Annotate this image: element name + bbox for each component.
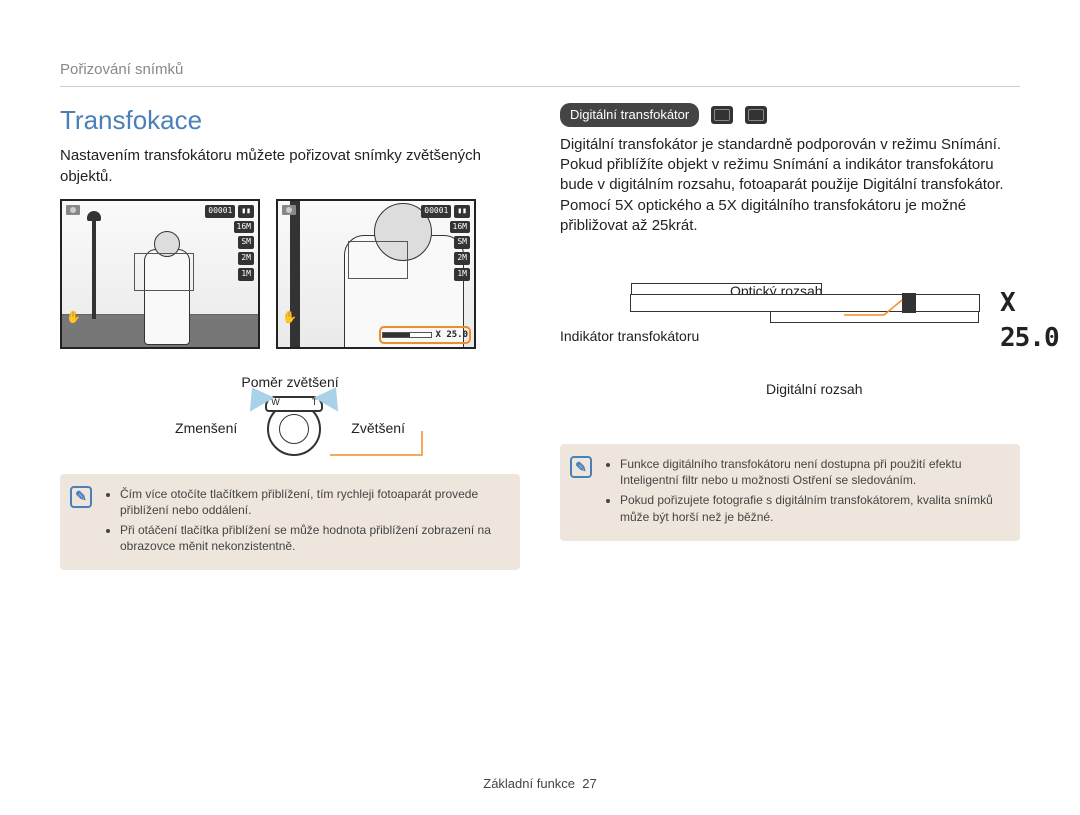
- preview-wide: ✋ 00001▮▮ 16M SM 2M 1M: [60, 199, 260, 349]
- osd-chip-1: SM: [454, 236, 470, 249]
- note-item: Při otáčení tlačítka přiblížení se může …: [120, 522, 506, 554]
- zoom-ratio-label: Poměr zvětšení: [60, 373, 520, 392]
- preview-zoomed: ✋ 00001▮▮ 16M SM 2M 1M X 25.0: [276, 199, 476, 349]
- page-footer: Základní funkce 27: [0, 775, 1080, 793]
- note-item: Čím více otočíte tlačítkem přiblížení, t…: [120, 486, 506, 518]
- zoom-indicator-label: Indikátor transfokátoru: [560, 328, 699, 346]
- note-item: Funkce digitálního transfokátoru není do…: [620, 456, 1006, 488]
- antishake-icon: ✋: [66, 309, 81, 325]
- osd-chip-3: 1M: [238, 268, 254, 281]
- zoom-control-diagram: Zmenšení W T Zvětšení: [60, 402, 520, 456]
- page-number: 27: [582, 776, 596, 791]
- footer-label: Základní funkce: [483, 776, 575, 791]
- zoom-indicator: X 25.0: [382, 329, 468, 341]
- digital-range-label: Digitální rozsah: [766, 380, 863, 399]
- zoom-in-label: Zvětšení: [351, 419, 405, 438]
- note-icon: ✎: [570, 456, 592, 478]
- left-column: Transfokace Nastavením transfokátoru můž…: [60, 103, 520, 570]
- camera-icon: [66, 205, 80, 215]
- digital-zoom-body: Digitální transfokátor je standardně pod…: [560, 135, 1020, 236]
- battery-icon: ▮▮: [238, 205, 254, 218]
- preview-row: ✋ 00001▮▮ 16M SM 2M 1M ✋: [60, 199, 520, 349]
- scn-mode-icon: [745, 106, 767, 124]
- zoom-value: X 25.0: [435, 329, 468, 341]
- frame-counter: 00001: [205, 205, 235, 218]
- note-icon: ✎: [70, 486, 92, 508]
- section-header: Pořizování snímků: [60, 60, 1020, 87]
- osd-chip-3: 1M: [454, 268, 470, 281]
- page-title: Transfokace: [60, 103, 520, 138]
- right-column: Digitální transfokátor Digitální transfo…: [560, 103, 1020, 570]
- zoom-max-value: X 25.0: [1000, 286, 1059, 356]
- note-item: Pokud pořizujete fotografie s digitálním…: [620, 492, 1006, 524]
- subheading-digital-zoom: Digitální transfokátor: [560, 103, 699, 127]
- note-box-left: ✎ Čím více otočíte tlačítkem přiblížení,…: [60, 474, 520, 571]
- osd-chip-2: 2M: [238, 252, 254, 265]
- camera-icon: [282, 205, 296, 215]
- frame-counter: 00001: [421, 205, 451, 218]
- osd-chip-2: 2M: [454, 252, 470, 265]
- osd-chip-0: 16M: [234, 221, 254, 234]
- zoom-indicator-bar: [630, 294, 980, 312]
- battery-icon: ▮▮: [454, 205, 470, 218]
- shutter-button-illustration: W T: [267, 402, 321, 456]
- p-mode-icon: [711, 106, 733, 124]
- zoom-thumb: [902, 293, 916, 313]
- antishake-icon: ✋: [282, 309, 297, 325]
- note-box-right: ✎ Funkce digitálního transfokátoru není …: [560, 444, 1020, 541]
- osd-chip-1: SM: [238, 236, 254, 249]
- intro-text: Nastavením transfokátoru můžete pořizova…: [60, 146, 520, 187]
- zoom-out-label: Zmenšení: [175, 419, 237, 438]
- osd-chip-0: 16M: [450, 221, 470, 234]
